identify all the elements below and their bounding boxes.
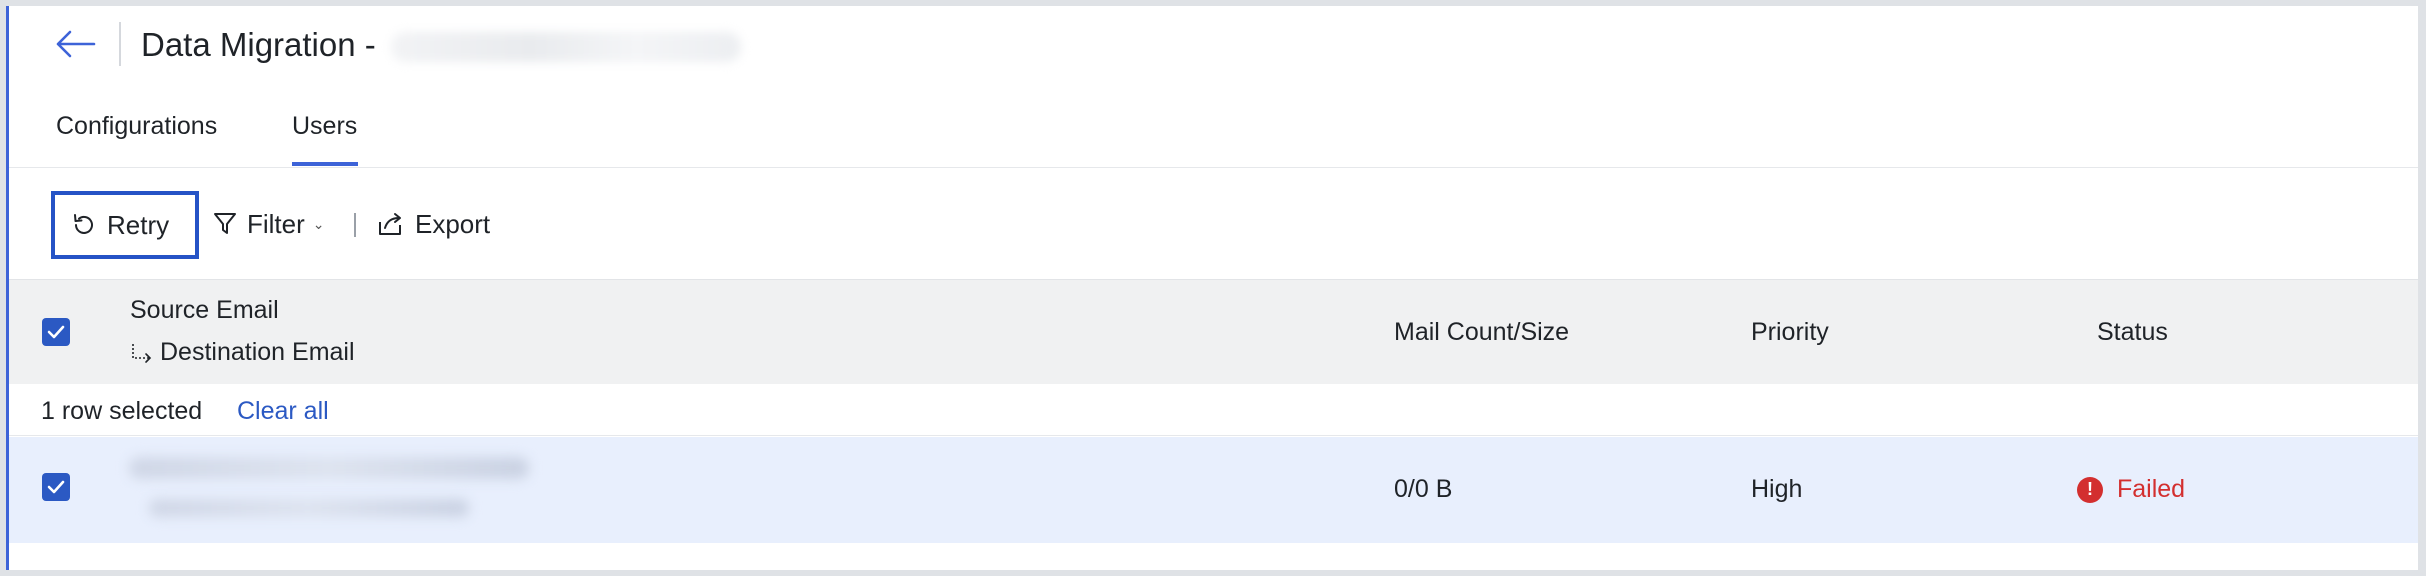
redacted-destination-email xyxy=(149,499,469,517)
selected-row-count: 1 row selected xyxy=(41,397,203,425)
active-tab-indicator xyxy=(292,162,358,166)
table-row[interactable]: 0/0 B High ! Failed xyxy=(9,437,2418,543)
tab-users[interactable]: Users xyxy=(292,112,357,141)
clear-all-link[interactable]: Clear all xyxy=(237,397,329,426)
back-button[interactable] xyxy=(51,24,99,64)
export-label: Export xyxy=(415,208,491,239)
chevron-down-icon: ⌄ xyxy=(312,215,325,232)
redacted-title-suffix xyxy=(390,32,741,63)
selection-bar: 1 row selected Clear all xyxy=(9,384,2418,436)
select-all-checkbox[interactable] xyxy=(42,318,70,346)
tab-configurations[interactable]: Configurations xyxy=(56,112,217,141)
row-checkbox[interactable] xyxy=(42,473,70,501)
arrow-left-icon xyxy=(56,30,96,58)
export-icon xyxy=(379,213,401,235)
check-icon xyxy=(47,325,65,339)
status-cell: ! Failed xyxy=(2077,475,2185,504)
filter-label: Filter xyxy=(247,208,305,239)
page-header: Data Migration - xyxy=(9,6,2418,84)
filter-icon xyxy=(214,213,236,234)
filter-button[interactable]: Filter ⌄ xyxy=(213,199,325,249)
retry-button[interactable]: Retry xyxy=(51,191,199,259)
priority-cell: High xyxy=(1751,475,1803,503)
table-header: Source Email Destination Email Mail Coun… xyxy=(9,279,2418,384)
column-source-email[interactable]: Source Email xyxy=(130,296,279,325)
column-destination-email[interactable]: Destination Email xyxy=(130,338,355,367)
column-priority[interactable]: Priority xyxy=(1751,318,1829,347)
toolbar: Retry Filter ⌄ Export xyxy=(9,169,2418,279)
column-mail-count-size[interactable]: Mail Count/Size xyxy=(1394,318,1569,347)
page-title-text: Data Migration - xyxy=(141,26,376,63)
header-divider xyxy=(119,22,121,66)
column-destination-email-label: Destination Email xyxy=(160,338,355,366)
exclamation-circle-icon: ! xyxy=(2077,476,2103,503)
retry-label: Retry xyxy=(107,209,170,240)
toolbar-separator xyxy=(354,213,356,237)
export-button[interactable]: Export xyxy=(377,199,490,249)
app-window: Data Migration - Configurations Users Re… xyxy=(6,6,2418,570)
tab-bar: Configurations Users xyxy=(9,90,2418,168)
column-status[interactable]: Status xyxy=(2097,318,2168,347)
page-title: Data Migration - xyxy=(141,26,741,64)
retry-icon xyxy=(74,214,93,234)
check-icon xyxy=(47,480,65,494)
status-label: Failed xyxy=(2117,475,2186,503)
redacted-source-email xyxy=(129,457,529,479)
subdirectory-arrow-icon xyxy=(132,343,152,363)
mail-count-size-cell: 0/0 B xyxy=(1394,475,1453,503)
